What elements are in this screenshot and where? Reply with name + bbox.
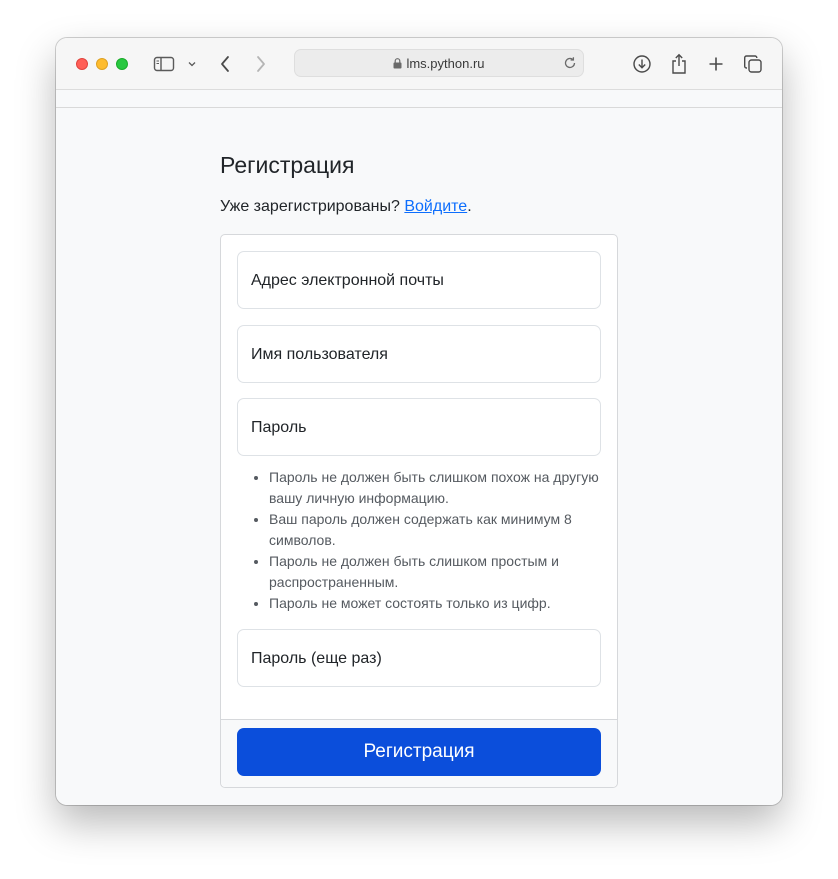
login-prompt-suffix: . [467, 198, 472, 215]
back-icon[interactable] [216, 52, 234, 76]
password-hint: Пароль не должен быть слишком похож на д… [269, 467, 599, 509]
maximize-window-button[interactable] [116, 58, 128, 70]
reload-icon[interactable] [563, 56, 577, 75]
page-title: Регистрация [220, 152, 355, 178]
form-footer: Регистрация [221, 719, 617, 787]
username-field[interactable]: Имя пользователя [237, 325, 601, 383]
password-field[interactable]: Пароль [237, 398, 601, 456]
password-help-list: Пароль не должен быть слишком похож на д… [269, 467, 599, 614]
page-content: Регистрация Уже зарегистрированы? Войдит… [56, 108, 782, 805]
username-field-label: Имя пользователя [251, 346, 388, 363]
password-confirm-field-label: Пароль (еще раз) [251, 650, 382, 667]
close-window-button[interactable] [76, 58, 88, 70]
password-hint: Ваш пароль должен содержать как минимум … [269, 509, 599, 551]
minimize-window-button[interactable] [96, 58, 108, 70]
password-hint: Пароль не может состоять только из цифр. [269, 593, 599, 614]
password-field-label: Пароль [251, 419, 307, 436]
email-field-label: Адрес электронной почты [251, 272, 444, 289]
registration-form: Адрес электронной почты Имя пользователя… [220, 234, 618, 788]
sidebar-icon[interactable] [152, 52, 176, 76]
password-hint: Пароль не должен быть слишком простым и … [269, 551, 599, 593]
address-url: lms.python.ru [406, 56, 485, 71]
share-icon[interactable] [668, 52, 690, 76]
login-link[interactable]: Войдите [404, 198, 467, 215]
tabs-overview-icon[interactable] [742, 52, 764, 76]
favorites-bar [56, 90, 782, 108]
download-icon[interactable] [631, 52, 653, 76]
browser-toolbar: lms.python.ru [56, 38, 782, 90]
email-field[interactable]: Адрес электронной почты [237, 251, 601, 309]
password-confirm-field[interactable]: Пароль (еще раз) [237, 629, 601, 687]
forward-icon[interactable] [252, 52, 270, 76]
new-tab-icon[interactable] [705, 52, 727, 76]
chevron-down-icon[interactable] [186, 52, 198, 76]
address-bar[interactable]: lms.python.ru [294, 49, 584, 77]
browser-window: lms.python.ru Регистрация Уже зарегистри… [56, 38, 782, 805]
login-prompt: Уже зарегистрированы? Войдите. [220, 198, 472, 216]
login-prompt-text: Уже зарегистрированы? [220, 198, 400, 215]
register-button[interactable]: Регистрация [237, 728, 601, 776]
lock-icon [393, 57, 402, 72]
